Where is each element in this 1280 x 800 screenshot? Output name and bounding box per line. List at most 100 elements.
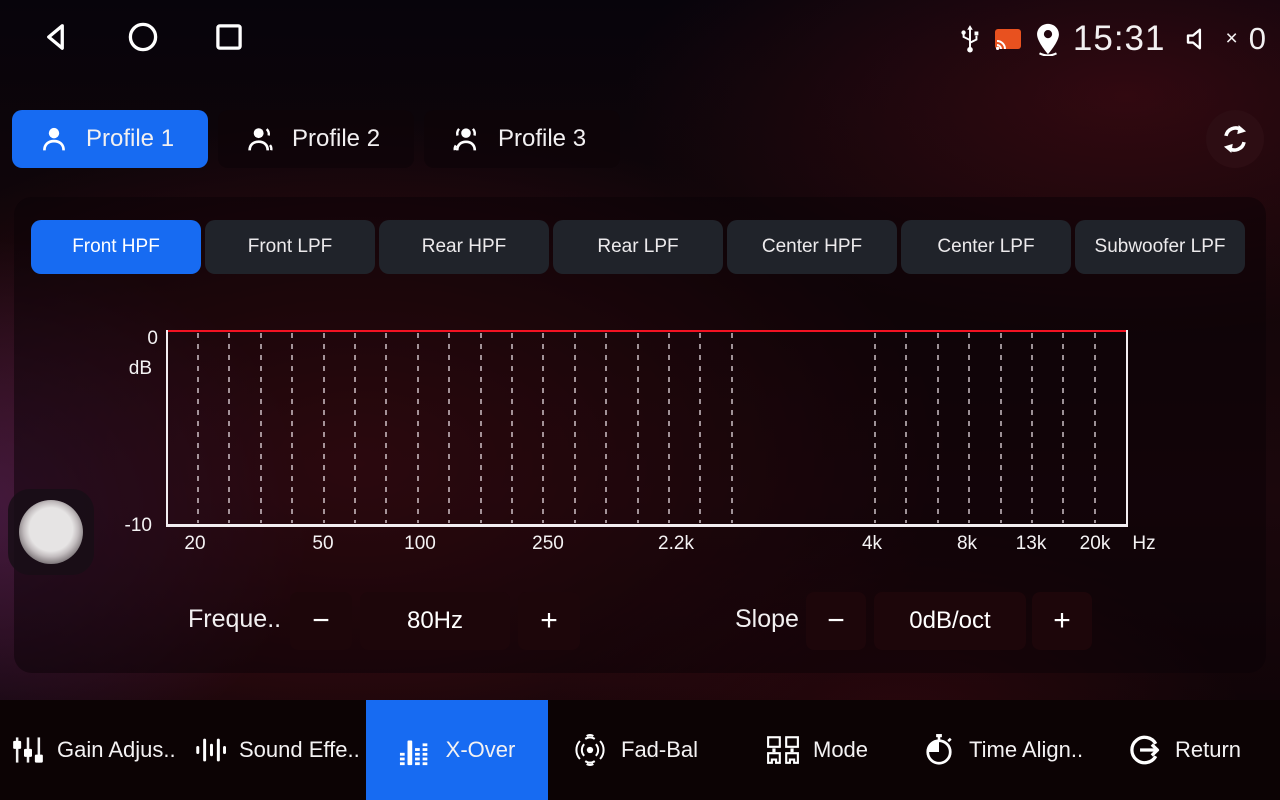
tab-front-hpf[interactable]: Front HPF <box>31 220 201 274</box>
floating-assist-knob[interactable] <box>8 489 94 575</box>
system-nav <box>38 18 248 56</box>
profile-tabs: Profile 1 Profile 2 <box>12 110 620 168</box>
x-tick-label: 250 <box>532 533 564 555</box>
gridline <box>197 333 199 523</box>
mixer-sliders-icon <box>12 734 44 766</box>
y-axis-unit-label: dB <box>118 358 152 380</box>
profile-tab-1[interactable]: Profile 1 <box>12 110 208 168</box>
nav-label: X-Over <box>446 737 516 763</box>
filter-tab-label: Front HPF <box>72 236 160 258</box>
nav-label: Return <box>1175 737 1241 763</box>
knob-circle-icon <box>19 500 83 564</box>
gridline <box>731 333 733 523</box>
filter-tab-label: Center LPF <box>937 236 1034 258</box>
back-icon[interactable] <box>38 18 76 56</box>
tab-subwoofer-lpf[interactable]: Subwoofer LPF <box>1075 220 1245 274</box>
gridline <box>260 333 262 523</box>
filter-tab-label: Rear LPF <box>597 236 678 258</box>
clock: 15:31 <box>1073 19 1166 59</box>
gridline <box>291 333 293 523</box>
frequency-decrease-button[interactable]: − <box>290 592 352 650</box>
x-tick-label: 20k <box>1080 533 1111 555</box>
tab-rear-lpf[interactable]: Rear LPF <box>553 220 723 274</box>
frequency-value: 80Hz <box>360 592 510 650</box>
nav-mode[interactable]: Mode <box>766 700 868 800</box>
filter-tab-label: Center HPF <box>762 236 862 258</box>
x-axis-unit-label: Hz <box>1132 533 1155 555</box>
gridline <box>668 333 670 523</box>
profile-tab-label: Profile 3 <box>498 125 586 153</box>
gridline <box>905 333 907 523</box>
slope-decrease-button[interactable]: − <box>806 592 866 650</box>
nav-label: Sound Effe.. <box>239 737 360 763</box>
gridline <box>385 333 387 523</box>
x-tick-label: 20 <box>184 533 205 555</box>
speaker-layout-icon <box>766 735 800 765</box>
tab-center-lpf[interactable]: Center LPF <box>901 220 1071 274</box>
location-icon <box>1033 22 1063 56</box>
nav-xover[interactable]: X-Over <box>366 700 548 800</box>
frequency-response-chart <box>166 330 1128 527</box>
gridline <box>511 333 513 523</box>
slope-value: 0dB/oct <box>874 592 1026 650</box>
gridline <box>605 333 607 523</box>
stopwatch-icon <box>922 733 956 767</box>
frequency-increase-button[interactable]: + <box>518 592 580 650</box>
gridline <box>574 333 576 523</box>
filter-tabs: Front HPF Front LPF Rear HPF Rear LPF Ce… <box>31 220 1245 274</box>
x-tick-label: 50 <box>312 533 333 555</box>
usb-icon <box>957 24 983 54</box>
gridline <box>968 333 970 523</box>
gridline <box>637 333 639 523</box>
nav-fad-bal[interactable]: Fad-Bal <box>572 700 698 800</box>
profile-tab-2[interactable]: Profile 2 <box>218 110 414 168</box>
sync-refresh-icon <box>1218 122 1252 156</box>
y-axis-top-label: 0 <box>124 328 158 350</box>
xover-settings-screen: 15:31 × 0 Profile 1 <box>0 0 1280 800</box>
x-tick-label: 100 <box>404 533 436 555</box>
gridline <box>542 333 544 523</box>
x-tick-label: 2.2k <box>658 533 694 555</box>
profile-tab-3[interactable]: Profile 3 <box>424 110 620 168</box>
gridline <box>480 333 482 523</box>
frequency-label: Freque.. <box>188 605 281 634</box>
x-tick-label: 8k <box>957 533 977 555</box>
nav-return[interactable]: Return <box>1128 700 1241 800</box>
gridline <box>1062 333 1064 523</box>
bottom-nav: Gain Adjus.. Sound Effe.. <box>0 700 1280 800</box>
nav-label: Fad-Bal <box>621 737 698 763</box>
tab-front-lpf[interactable]: Front LPF <box>205 220 375 274</box>
nav-label: Gain Adjus.. <box>57 737 176 763</box>
gridline <box>874 333 876 523</box>
gridline <box>1031 333 1033 523</box>
tab-rear-hpf[interactable]: Rear HPF <box>379 220 549 274</box>
filter-tab-label: Rear HPF <box>422 236 506 258</box>
profile-tab-label: Profile 1 <box>86 125 174 153</box>
equalizer-icon <box>399 734 433 766</box>
tab-center-hpf[interactable]: Center HPF <box>727 220 897 274</box>
gridline <box>699 333 701 523</box>
gridline <box>1094 333 1096 523</box>
return-arrow-icon <box>1128 733 1162 767</box>
slope-increase-button[interactable]: + <box>1032 592 1092 650</box>
nav-label: Mode <box>813 737 868 763</box>
profile-person-icon <box>450 123 482 155</box>
volume-level: 0 <box>1249 21 1266 57</box>
x-tick-label: 13k <box>1016 533 1047 555</box>
gridline <box>228 333 230 523</box>
x-tick-label: 4k <box>862 533 882 555</box>
gridline <box>448 333 450 523</box>
sync-refresh-button[interactable] <box>1206 110 1264 168</box>
nav-time-align[interactable]: Time Align.. <box>922 700 1083 800</box>
volume-muted-icon <box>1183 24 1213 54</box>
nav-sound-effects[interactable]: Sound Effe.. <box>194 700 360 800</box>
home-icon[interactable] <box>124 18 162 56</box>
volume-times-symbol: × <box>1225 27 1237 51</box>
gridline <box>417 333 419 523</box>
gridline <box>354 333 356 523</box>
slope-label: Slope <box>735 605 799 634</box>
nav-gain-adjust[interactable]: Gain Adjus.. <box>12 700 176 800</box>
surround-sound-icon <box>572 733 608 767</box>
recents-icon[interactable] <box>210 18 248 56</box>
gridline <box>323 333 325 523</box>
